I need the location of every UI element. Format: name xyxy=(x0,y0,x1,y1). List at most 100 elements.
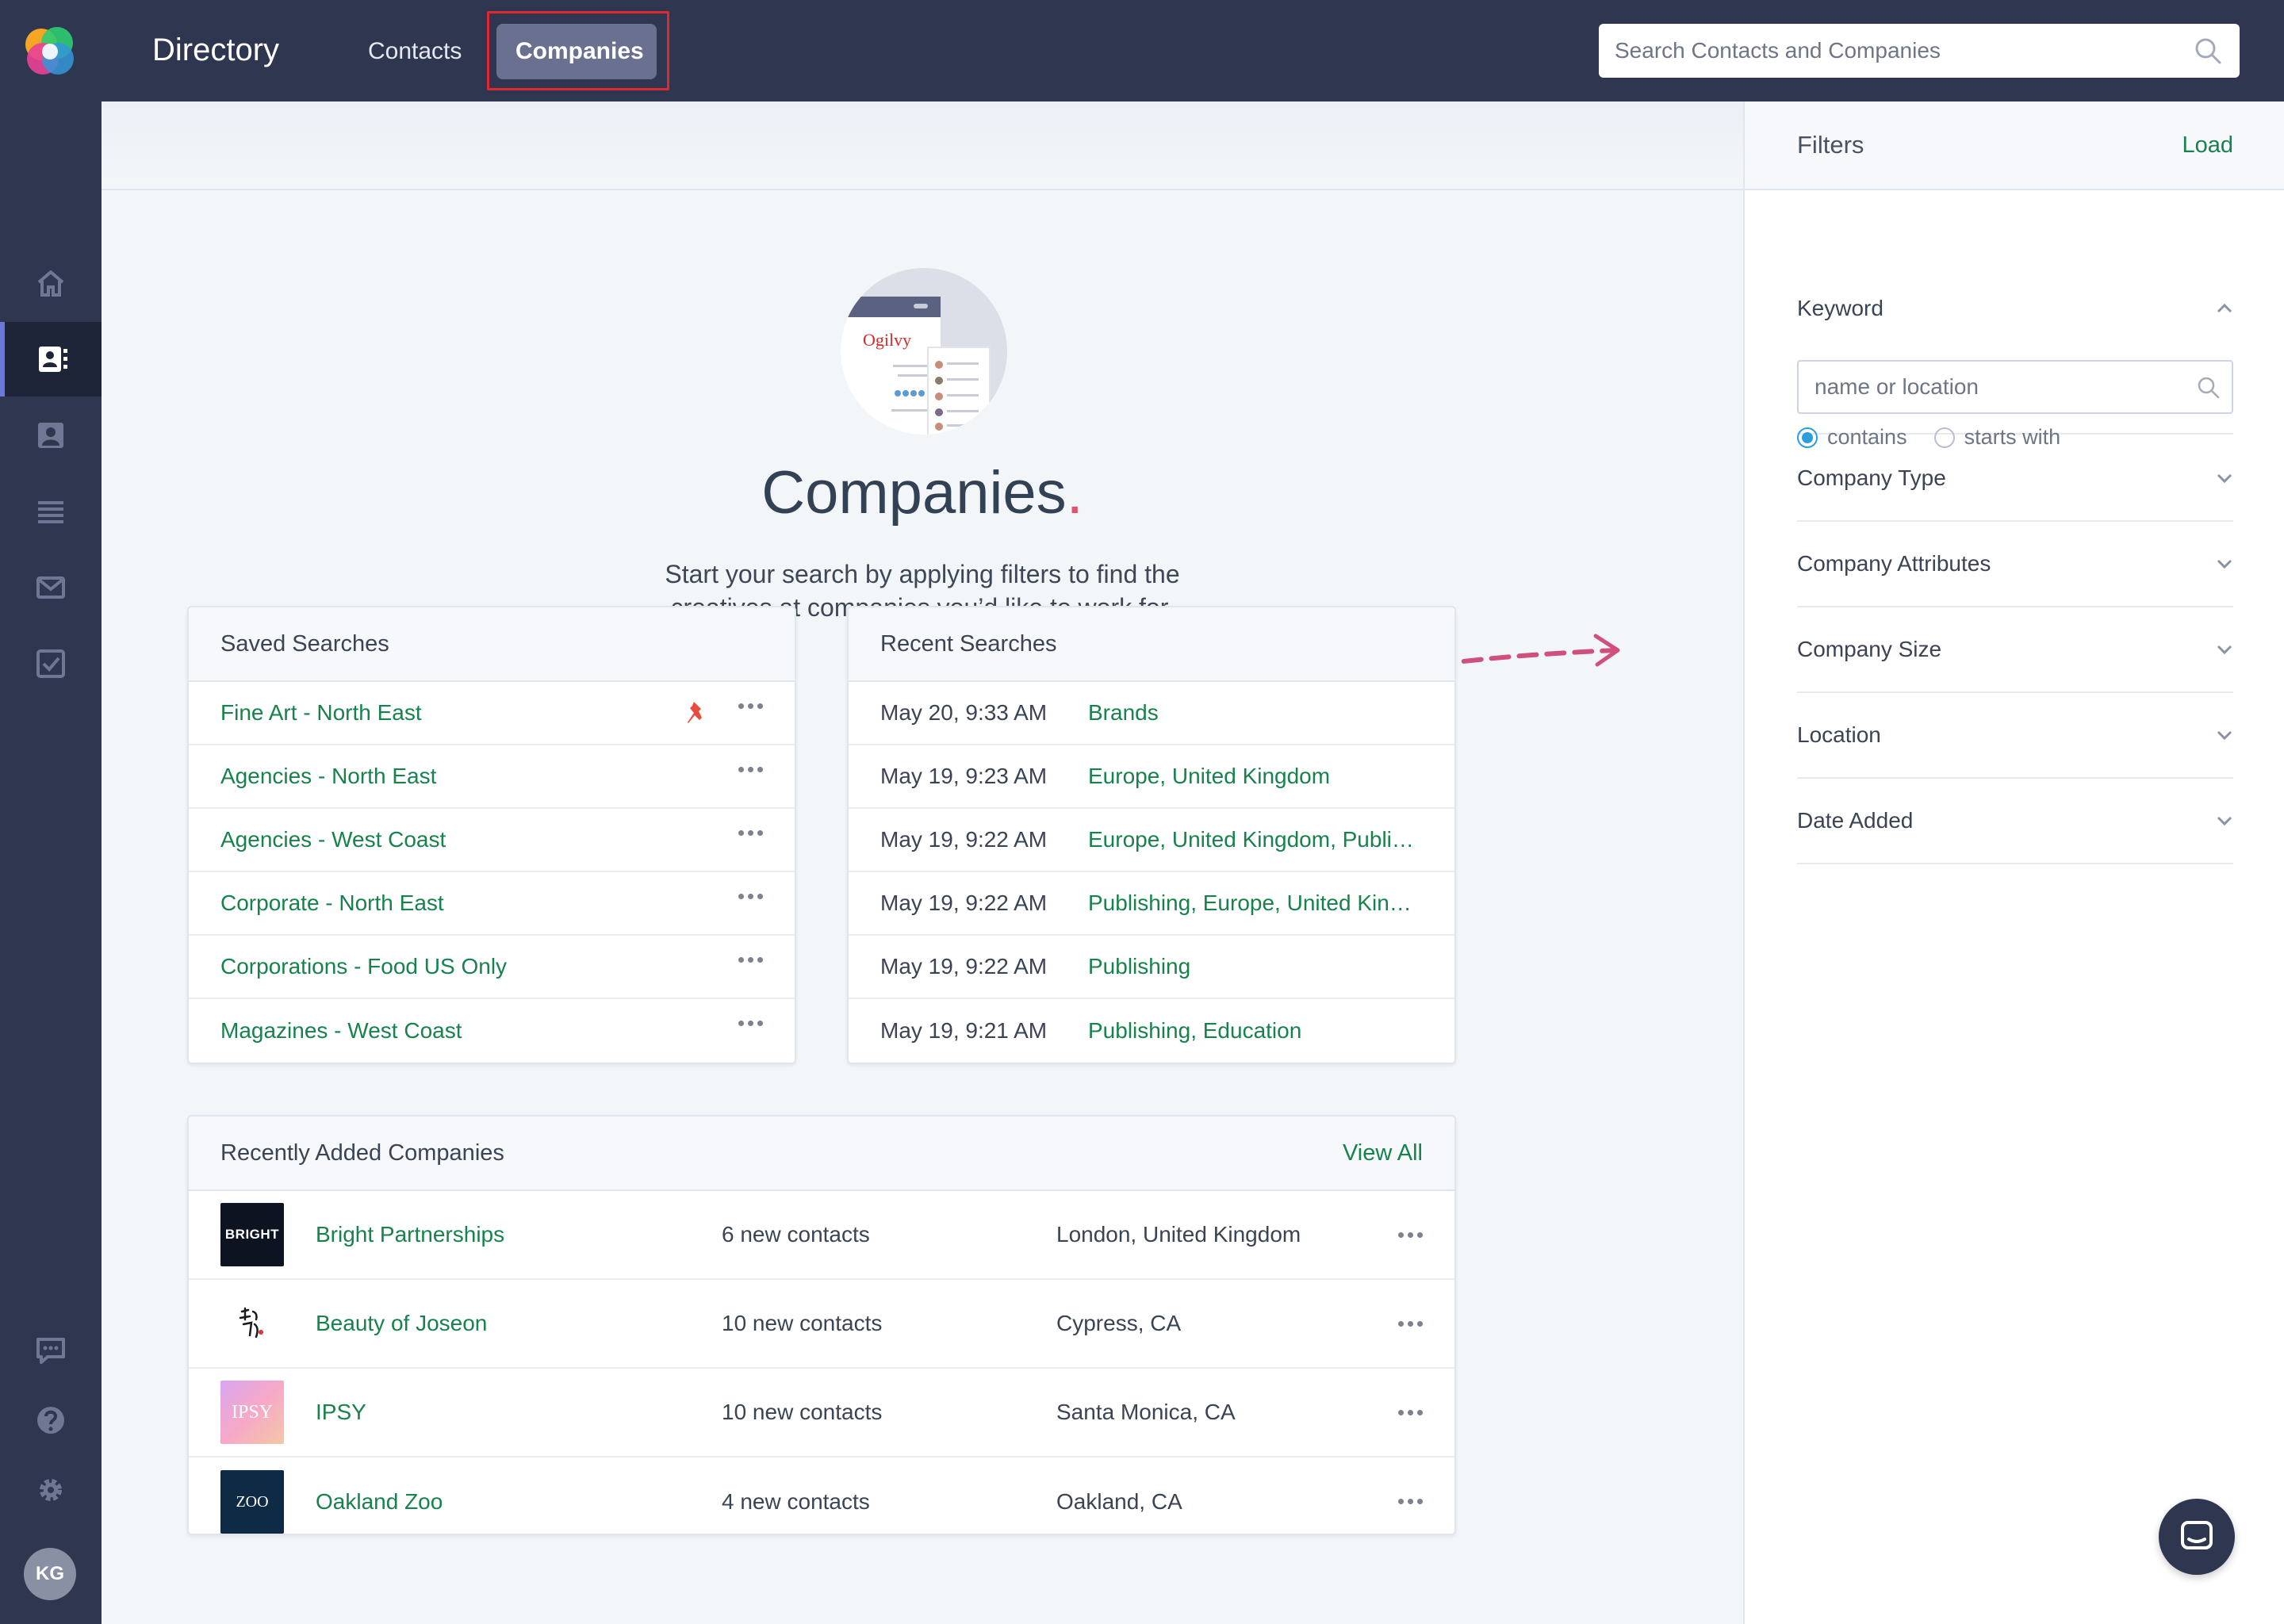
chevron-down-icon[interactable] xyxy=(2216,730,2233,741)
more-options-icon[interactable] xyxy=(738,830,763,836)
keyword-input[interactable] xyxy=(1799,362,2179,412)
search-icon[interactable] xyxy=(2194,36,2222,65)
sidebar-item-directory[interactable] xyxy=(0,322,102,396)
filter-company-attributes-header[interactable]: Company Attributes xyxy=(1797,522,2233,606)
table-row[interactable]: Beauty of Joseon 10 new contacts Cypress… xyxy=(189,1280,1454,1369)
saved-search-link[interactable]: Magazines - West Coast xyxy=(220,1018,462,1044)
company-name-link[interactable]: Bright Partnerships xyxy=(316,1222,722,1247)
left-sidebar: KG xyxy=(0,102,102,1624)
company-location: Santa Monica, CA xyxy=(1056,1400,1236,1424)
recent-search-link[interactable]: Brands xyxy=(1088,700,1423,726)
filter-company-attributes-label: Company Attributes xyxy=(1797,551,1991,576)
filter-location-label: Location xyxy=(1797,722,1881,747)
sidebar-item-feedback[interactable] xyxy=(0,1313,102,1388)
list-item[interactable]: May 19, 9:21 AM Publishing, Education xyxy=(849,999,1454,1063)
company-logo[interactable] xyxy=(220,1292,284,1355)
sidebar-item-settings[interactable] xyxy=(0,1453,102,1527)
company-logo[interactable]: IPSY xyxy=(220,1381,284,1444)
company-new-contacts: 10 new contacts xyxy=(722,1311,883,1335)
saved-search-link[interactable]: Corporate - North East xyxy=(220,891,444,916)
list-item[interactable]: May 19, 9:22 AM Publishing xyxy=(849,936,1454,999)
filter-company-type-header[interactable]: Company Type xyxy=(1797,436,2233,520)
company-name-link[interactable]: Beauty of Joseon xyxy=(316,1311,722,1336)
more-options-icon[interactable] xyxy=(738,1021,763,1026)
chevron-up-icon[interactable] xyxy=(2216,303,2233,314)
company-new-contacts: 4 new contacts xyxy=(722,1489,870,1514)
illustration-brand-text: Ogilvy xyxy=(863,330,911,350)
company-logo[interactable]: BRIGHT xyxy=(220,1203,284,1266)
load-filters-link[interactable]: Load xyxy=(2182,132,2233,159)
recent-search-link[interactable]: Europe, United Kingdom xyxy=(1088,764,1423,789)
list-item[interactable]: Fine Art - North East xyxy=(189,682,795,745)
sidebar-item-home[interactable] xyxy=(0,246,102,320)
more-options-icon[interactable] xyxy=(738,957,763,963)
table-row[interactable]: BRIGHT Bright Partnerships 6 new contact… xyxy=(189,1191,1454,1280)
search-icon[interactable] xyxy=(2197,376,2221,400)
filter-location-header[interactable]: Location xyxy=(1797,693,2233,777)
chevron-down-icon[interactable] xyxy=(2216,815,2233,826)
more-options-icon[interactable] xyxy=(738,703,763,709)
list-item[interactable]: May 19, 9:22 AM Europe, United Kingdom, … xyxy=(849,809,1454,872)
sidebar-item-tasks[interactable] xyxy=(0,626,102,701)
saved-search-link[interactable]: Agencies - West Coast xyxy=(220,827,446,852)
sidebar-item-help[interactable] xyxy=(0,1383,102,1457)
filter-date-added-label: Date Added xyxy=(1797,808,1914,833)
list-item[interactable]: Corporate - North East xyxy=(189,872,795,936)
more-options-icon[interactable] xyxy=(1398,1232,1423,1238)
filter-company-type[interactable]: Company Type xyxy=(1797,436,2233,522)
list-item[interactable]: May 19, 9:22 AM Publishing, Europe, Unit… xyxy=(849,872,1454,936)
tab-contacts[interactable]: Contacts xyxy=(349,24,481,79)
more-options-icon[interactable] xyxy=(738,767,763,772)
company-name-link[interactable]: Oakland Zoo xyxy=(316,1489,722,1515)
table-row[interactable]: ZOO Oakland Zoo 4 new contacts Oakland, … xyxy=(189,1457,1454,1534)
list-item[interactable]: Magazines - West Coast xyxy=(189,999,795,1063)
filter-company-size-header[interactable]: Company Size xyxy=(1797,607,2233,691)
list-item[interactable]: Agencies - West Coast xyxy=(189,809,795,872)
recent-searches-header: Recent Searches xyxy=(849,607,1454,682)
list-item[interactable]: May 19, 9:23 AM Europe, United Kingdom xyxy=(849,745,1454,809)
recent-search-link[interactable]: Publishing, Europe, United Kingdom xyxy=(1088,891,1423,916)
list-item[interactable]: May 20, 9:33 AM Brands xyxy=(849,682,1454,745)
table-row[interactable]: IPSY IPSY 10 new contacts Santa Monica, … xyxy=(189,1369,1454,1457)
chevron-down-icon[interactable] xyxy=(2216,558,2233,569)
filter-keyword-header[interactable]: Keyword xyxy=(1797,257,2233,360)
app-title: Directory xyxy=(152,33,280,67)
filter-location[interactable]: Location xyxy=(1797,693,2233,779)
saved-search-link[interactable]: Agencies - North East xyxy=(220,764,436,789)
more-options-icon[interactable] xyxy=(1398,1410,1423,1415)
global-search-input[interactable] xyxy=(1599,24,2186,78)
more-options-icon[interactable] xyxy=(1398,1321,1423,1327)
filter-company-attributes[interactable]: Company Attributes xyxy=(1797,522,2233,607)
company-name-link[interactable]: IPSY xyxy=(316,1400,722,1425)
sidebar-item-mail[interactable] xyxy=(0,550,102,625)
home-icon xyxy=(35,267,67,299)
saved-search-link[interactable]: Fine Art - North East xyxy=(220,700,422,726)
contact-card-icon xyxy=(35,419,67,451)
pin-icon[interactable] xyxy=(685,699,709,726)
sidebar-item-lists[interactable] xyxy=(0,474,102,549)
filter-date-added[interactable]: Date Added xyxy=(1797,779,2233,864)
company-logo[interactable]: ZOO xyxy=(220,1470,284,1534)
list-item[interactable]: Agencies - North East xyxy=(189,745,795,809)
recent-search-time: May 19, 9:22 AM xyxy=(880,954,1048,979)
more-options-icon[interactable] xyxy=(1398,1499,1423,1504)
filter-company-size-label: Company Size xyxy=(1797,637,1942,661)
filter-date-added-header[interactable]: Date Added xyxy=(1797,779,2233,863)
directory-icon xyxy=(36,343,70,375)
avatar[interactable]: KG xyxy=(24,1548,76,1600)
chevron-down-icon[interactable] xyxy=(2216,473,2233,484)
chevron-down-icon[interactable] xyxy=(2216,644,2233,655)
recent-search-link[interactable]: Europe, United Kingdom, Publishing xyxy=(1088,827,1423,852)
view-all-link[interactable]: View All xyxy=(1343,1140,1423,1166)
recent-search-link[interactable]: Publishing xyxy=(1088,954,1423,979)
sidebar-item-contacts[interactable] xyxy=(0,398,102,473)
filter-company-size[interactable]: Company Size xyxy=(1797,607,2233,693)
list-item[interactable]: Corporations - Food US Only xyxy=(189,936,795,999)
filters-title: Filters xyxy=(1797,131,1864,159)
more-options-icon[interactable] xyxy=(738,894,763,899)
saved-search-link[interactable]: Corporations - Food US Only xyxy=(220,954,507,979)
recent-search-link[interactable]: Publishing, Education xyxy=(1088,1018,1423,1044)
chat-launcher-button[interactable] xyxy=(2159,1499,2235,1575)
app-logo-icon[interactable] xyxy=(22,24,78,79)
brush-calligraphy-icon xyxy=(239,1307,263,1339)
